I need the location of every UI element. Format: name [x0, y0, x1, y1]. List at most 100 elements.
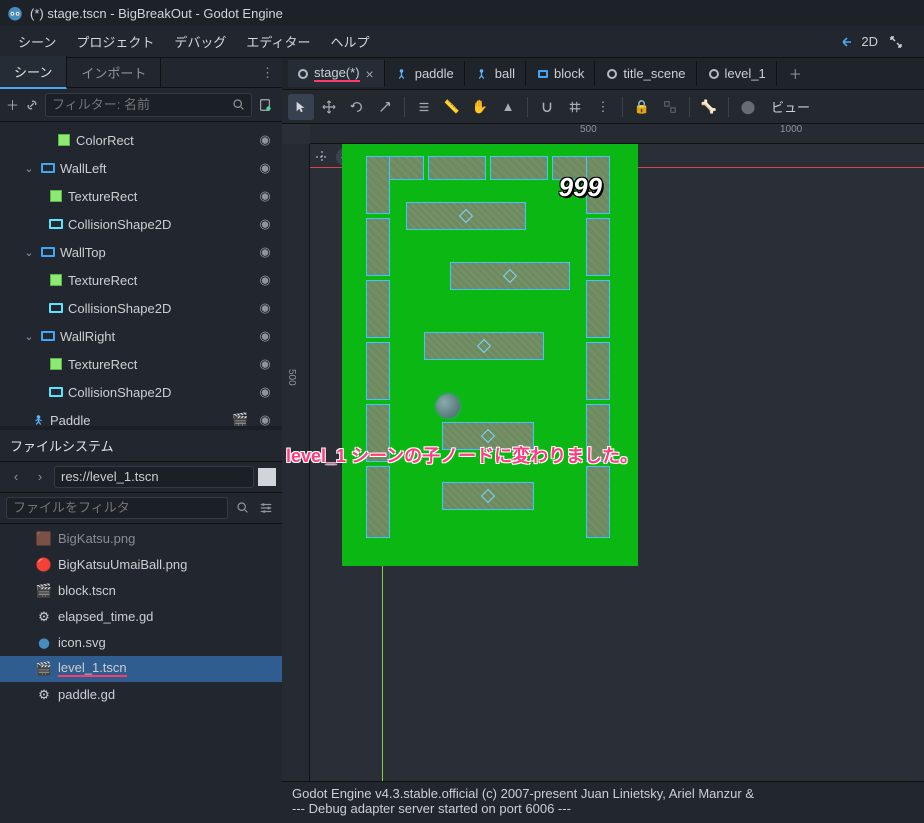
snap-tool[interactable]: ▲: [495, 94, 521, 120]
lock-tool[interactable]: 🔒: [629, 94, 655, 120]
node-label: ColorRect: [76, 133, 250, 148]
image-icon: 🟫: [36, 531, 52, 547]
visibility-icon[interactable]: ◉: [254, 216, 276, 232]
scale-tool[interactable]: [372, 94, 398, 120]
collisionshape-icon: [48, 300, 64, 316]
tab-level-1[interactable]: level_1: [699, 61, 777, 86]
list-tool[interactable]: [411, 94, 437, 120]
node-label: CollisionShape2D: [68, 301, 250, 316]
filesystem-filter-input[interactable]: [6, 497, 228, 519]
scene-filter-input[interactable]: [52, 97, 228, 112]
add-tab-button[interactable]: ＋: [779, 59, 812, 88]
visibility-icon[interactable]: ◉: [254, 300, 276, 316]
filesystem-tree[interactable]: 🟫 BigKatsu.png 🔴BigKatsuUmaiBall.png 🎬blo…: [0, 524, 282, 823]
add-node-button[interactable]: ＋: [6, 94, 19, 116]
search-icon[interactable]: [232, 498, 252, 518]
bone-tool[interactable]: 🦴: [696, 94, 722, 120]
visibility-icon[interactable]: ◉: [254, 188, 276, 204]
view-menu[interactable]: ビュー: [763, 94, 818, 120]
menu-debug[interactable]: デバッグ: [164, 28, 236, 55]
node-colorrect[interactable]: ColorRect ◉: [0, 126, 282, 154]
visibility-icon[interactable]: ◉: [254, 356, 276, 372]
menu-help[interactable]: ヘルプ: [320, 28, 379, 55]
scene-filter[interactable]: [45, 93, 252, 117]
node-texturerect-2[interactable]: TextureRect◉: [0, 266, 282, 294]
texturerect-icon: [48, 272, 64, 288]
file-block[interactable]: 🎬block.tscn: [0, 578, 282, 604]
canvas[interactable]: − 39.7 % +: [310, 144, 924, 781]
grid-toggle[interactable]: [562, 94, 588, 120]
ball-object[interactable]: [434, 392, 462, 420]
chevron-down-icon[interactable]: ⌄: [22, 330, 36, 343]
center-view-icon[interactable]: [314, 149, 330, 165]
chevron-down-icon[interactable]: ⌄: [22, 246, 36, 259]
menu-editor[interactable]: エディター: [236, 28, 320, 55]
node-texturerect[interactable]: TextureRect◉: [0, 182, 282, 210]
node-collisionshape2d-3[interactable]: CollisionShape2D ◉: [0, 378, 282, 406]
move-tool[interactable]: [316, 94, 342, 120]
path-folder-icon[interactable]: [258, 468, 276, 486]
filesystem-path-input[interactable]: [54, 466, 254, 488]
visibility-icon[interactable]: ◉: [254, 328, 276, 344]
node-label: CollisionShape2D: [68, 385, 250, 400]
tab-import[interactable]: インポート: [67, 57, 161, 88]
tab-block[interactable]: block: [528, 61, 595, 86]
file-label: paddle.gd: [58, 687, 115, 702]
file-icon-svg[interactable]: icon.svg: [0, 630, 282, 656]
window-title: (*) stage.tscn - BigBreakOut - Godot Eng…: [30, 6, 283, 21]
file-label: BigKatsu.png: [58, 531, 135, 546]
filesystem-filterbar: [0, 493, 282, 524]
chevron-down-icon[interactable]: ⌄: [22, 162, 36, 175]
node2d-icon: [397, 68, 409, 80]
node-paddle[interactable]: Paddle🎬◉: [0, 406, 282, 426]
panel-menu-icon[interactable]: ⋮: [253, 65, 282, 81]
texturerect-icon: [48, 356, 64, 372]
nav-forward-button[interactable]: ›: [30, 467, 50, 487]
visibility-icon[interactable]: ◉: [254, 384, 276, 400]
scene-icon: 🎬: [36, 583, 52, 599]
node-wallright[interactable]: ⌄WallRight◉: [0, 322, 282, 350]
file-paddle-gd[interactable]: ⚙paddle.gd: [0, 682, 282, 708]
tab-ball[interactable]: ball: [467, 61, 526, 86]
visibility-icon[interactable]: ◉: [254, 272, 276, 288]
scene-tree[interactable]: ColorRect ◉ ⌄WallLeft◉ TextureRect◉ Colli…: [0, 122, 282, 426]
menu-project[interactable]: プロジェクト: [66, 28, 164, 55]
visibility-icon[interactable]: ◉: [254, 244, 276, 260]
attach-script-button[interactable]: [25, 94, 39, 116]
rotate-tool[interactable]: [344, 94, 370, 120]
nav-back-button[interactable]: ‹: [6, 467, 26, 487]
canvas-viewport[interactable]: 500 1000 500 − 39.7 % +: [282, 124, 924, 781]
file-bigkatsuball[interactable]: 🔴BigKatsuUmaiBall.png: [0, 552, 282, 578]
tab-title-scene[interactable]: title_scene: [597, 61, 696, 86]
pan-tool[interactable]: ✋: [467, 94, 493, 120]
node-texturerect-3[interactable]: TextureRect◉: [0, 350, 282, 378]
stage-bg[interactable]: 999: [342, 144, 638, 566]
select-tool[interactable]: [288, 94, 314, 120]
more-icon[interactable]: ⋮: [590, 94, 616, 120]
animation-tool[interactable]: ⬤: [735, 94, 761, 120]
toolbar-extra-button[interactable]: [258, 94, 272, 116]
file-elapsed-time[interactable]: ⚙elapsed_time.gd: [0, 604, 282, 630]
visibility-icon[interactable]: ◉: [254, 132, 276, 148]
snap-toggle[interactable]: [534, 94, 560, 120]
node-collisionshape2d[interactable]: CollisionShape2D◉: [0, 210, 282, 238]
node-collisionshape2d-2[interactable]: CollisionShape2D ◉: [0, 294, 282, 322]
scene-instance-icon[interactable]: 🎬: [232, 412, 250, 426]
tab-paddle[interactable]: paddle: [387, 61, 465, 86]
menu-scene[interactable]: シーン: [8, 28, 66, 55]
ruler-tool[interactable]: 📏: [439, 94, 465, 120]
expand-icon[interactable]: [888, 34, 904, 50]
tab-stage[interactable]: stage(*)×: [288, 60, 385, 87]
output-panel[interactable]: Godot Engine v4.3.stable.official (c) 20…: [282, 781, 924, 823]
file-bigkatsu[interactable]: 🟫 BigKatsu.png: [0, 526, 282, 552]
tab-scene[interactable]: シーン: [0, 56, 67, 89]
visibility-icon[interactable]: ◉: [254, 412, 276, 426]
node-walltop[interactable]: ⌄WallTop◉: [0, 238, 282, 266]
group-tool[interactable]: [657, 94, 683, 120]
file-level1[interactable]: 🎬level_1.tscn: [0, 656, 282, 682]
filter-settings-icon[interactable]: [256, 498, 276, 518]
visibility-icon[interactable]: ◉: [254, 160, 276, 176]
node-wallleft[interactable]: ⌄WallLeft◉: [0, 154, 282, 182]
close-icon[interactable]: ×: [366, 66, 374, 82]
mode-2d-button[interactable]: 2D: [841, 34, 878, 50]
